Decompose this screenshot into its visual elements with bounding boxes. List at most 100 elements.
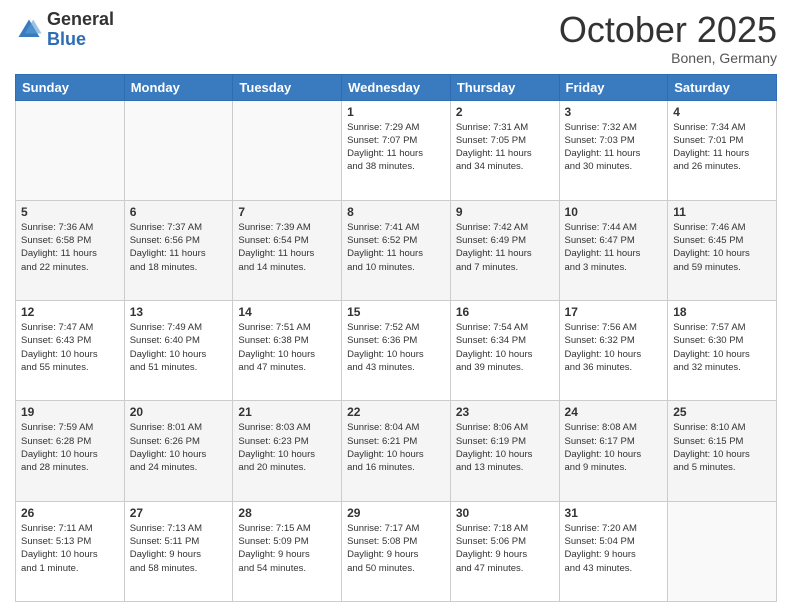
day-number: 12 xyxy=(21,305,119,319)
calendar-cell: 26 Sunrise: 7:11 AM Sunset: 5:13 PM Dayli… xyxy=(16,501,125,601)
calendar-header: SundayMondayTuesdayWednesdayThursdayFrid… xyxy=(16,74,777,100)
day-number: 31 xyxy=(565,506,663,520)
day-info: Sunrise: 7:37 AM Sunset: 6:56 PM Dayligh… xyxy=(130,221,228,274)
day-info: Sunrise: 7:49 AM Sunset: 6:40 PM Dayligh… xyxy=(130,321,228,374)
header: General Blue October 2025 Bonen, Germany xyxy=(15,10,777,66)
calendar-cell: 6 Sunrise: 7:37 AM Sunset: 6:56 PM Daylig… xyxy=(124,200,233,300)
location: Bonen, Germany xyxy=(559,50,777,66)
calendar-cell: 28Sunrise: 7:15 AM Sunset: 5:09 PM Dayli… xyxy=(233,501,342,601)
calendar-cell: 15 Sunrise: 7:52 AM Sunset: 6:36 PM Dayli… xyxy=(342,301,451,401)
day-info: Sunrise: 7:18 AM Sunset: 5:06 PM Dayligh… xyxy=(456,522,554,575)
day-number: 14 xyxy=(238,305,336,319)
day-info: Sunrise: 7:47 AM Sunset: 6:43 PM Dayligh… xyxy=(21,321,119,374)
weekday-header-thursday: Thursday xyxy=(450,74,559,100)
day-number: 2 xyxy=(456,105,554,119)
weekday-header-friday: Friday xyxy=(559,74,668,100)
day-info: Sunrise: 7:42 AM Sunset: 6:49 PM Dayligh… xyxy=(456,221,554,274)
weekday-header-wednesday: Wednesday xyxy=(342,74,451,100)
day-number: 26 xyxy=(21,506,119,520)
calendar-cell: 3Sunrise: 7:32 AM Sunset: 7:03 PM Daylig… xyxy=(559,100,668,200)
logo: General Blue xyxy=(15,10,114,50)
day-number: 29 xyxy=(347,506,445,520)
calendar-table: SundayMondayTuesdayWednesdayThursdayFrid… xyxy=(15,74,777,602)
calendar-cell: 10Sunrise: 7:44 AM Sunset: 6:47 PM Dayli… xyxy=(559,200,668,300)
calendar-week-5: 26 Sunrise: 7:11 AM Sunset: 5:13 PM Dayli… xyxy=(16,501,777,601)
calendar-week-3: 12 Sunrise: 7:47 AM Sunset: 6:43 PM Dayli… xyxy=(16,301,777,401)
day-info: Sunrise: 7:51 AM Sunset: 6:38 PM Dayligh… xyxy=(238,321,336,374)
day-info: Sunrise: 7:41 AM Sunset: 6:52 PM Dayligh… xyxy=(347,221,445,274)
calendar-cell: 11Sunrise: 7:46 AM Sunset: 6:45 PM Dayli… xyxy=(668,200,777,300)
logo-icon xyxy=(15,16,43,44)
page-container: General Blue October 2025 Bonen, Germany… xyxy=(0,0,792,612)
day-number: 23 xyxy=(456,405,554,419)
calendar-week-4: 19 Sunrise: 7:59 AM Sunset: 6:28 PM Dayli… xyxy=(16,401,777,501)
day-number: 30 xyxy=(456,506,554,520)
day-number: 15 xyxy=(347,305,445,319)
day-info: Sunrise: 7:57 AM Sunset: 6:30 PM Dayligh… xyxy=(673,321,771,374)
day-info: Sunrise: 7:29 AM Sunset: 7:07 PM Dayligh… xyxy=(347,121,445,174)
calendar-cell: 1 Sunrise: 7:29 AM Sunset: 7:07 PM Daylig… xyxy=(342,100,451,200)
day-info: Sunrise: 7:32 AM Sunset: 7:03 PM Dayligh… xyxy=(565,121,663,174)
day-number: 13 xyxy=(130,305,228,319)
day-number: 24 xyxy=(565,405,663,419)
logo-blue-text: Blue xyxy=(47,29,86,49)
calendar-cell: 22 Sunrise: 8:04 AM Sunset: 6:21 PM Dayli… xyxy=(342,401,451,501)
day-info: Sunrise: 7:34 AM Sunset: 7:01 PM Dayligh… xyxy=(673,121,771,174)
day-info: Sunrise: 8:01 AM Sunset: 6:26 PM Dayligh… xyxy=(130,421,228,474)
day-info: Sunrise: 8:08 AM Sunset: 6:17 PM Dayligh… xyxy=(565,421,663,474)
day-info: Sunrise: 7:17 AM Sunset: 5:08 PM Dayligh… xyxy=(347,522,445,575)
day-info: Sunrise: 7:59 AM Sunset: 6:28 PM Dayligh… xyxy=(21,421,119,474)
calendar-cell: 4 Sunrise: 7:34 AM Sunset: 7:01 PM Daylig… xyxy=(668,100,777,200)
calendar-cell: 14 Sunrise: 7:51 AM Sunset: 6:38 PM Dayli… xyxy=(233,301,342,401)
day-number: 1 xyxy=(347,105,445,119)
weekday-header-tuesday: Tuesday xyxy=(233,74,342,100)
calendar-cell: 27 Sunrise: 7:13 AM Sunset: 5:11 PM Dayli… xyxy=(124,501,233,601)
calendar-cell: 30 Sunrise: 7:18 AM Sunset: 5:06 PM Dayli… xyxy=(450,501,559,601)
calendar-body: 1 Sunrise: 7:29 AM Sunset: 7:07 PM Daylig… xyxy=(16,100,777,601)
day-info: Sunrise: 7:54 AM Sunset: 6:34 PM Dayligh… xyxy=(456,321,554,374)
day-number: 8 xyxy=(347,205,445,219)
day-info: Sunrise: 8:03 AM Sunset: 6:23 PM Dayligh… xyxy=(238,421,336,474)
calendar-cell: 8 Sunrise: 7:41 AM Sunset: 6:52 PM Daylig… xyxy=(342,200,451,300)
calendar-cell: 24 Sunrise: 8:08 AM Sunset: 6:17 PM Dayli… xyxy=(559,401,668,501)
day-info: Sunrise: 7:52 AM Sunset: 6:36 PM Dayligh… xyxy=(347,321,445,374)
weekday-header-row: SundayMondayTuesdayWednesdayThursdayFrid… xyxy=(16,74,777,100)
day-info: Sunrise: 8:06 AM Sunset: 6:19 PM Dayligh… xyxy=(456,421,554,474)
calendar-cell: 2 Sunrise: 7:31 AM Sunset: 7:05 PM Daylig… xyxy=(450,100,559,200)
calendar-cell: 12 Sunrise: 7:47 AM Sunset: 6:43 PM Dayli… xyxy=(16,301,125,401)
day-number: 27 xyxy=(130,506,228,520)
day-info: Sunrise: 7:56 AM Sunset: 6:32 PM Dayligh… xyxy=(565,321,663,374)
day-info: Sunrise: 7:44 AM Sunset: 6:47 PM Dayligh… xyxy=(565,221,663,274)
weekday-header-monday: Monday xyxy=(124,74,233,100)
calendar-cell: 18 Sunrise: 7:57 AM Sunset: 6:30 PM Dayli… xyxy=(668,301,777,401)
day-info: Sunrise: 7:20 AM Sunset: 5:04 PM Dayligh… xyxy=(565,522,663,575)
day-number: 18 xyxy=(673,305,771,319)
day-info: Sunrise: 7:15 AM Sunset: 5:09 PM Dayligh… xyxy=(238,522,336,575)
day-number: 25 xyxy=(673,405,771,419)
day-info: Sunrise: 7:11 AM Sunset: 5:13 PM Dayligh… xyxy=(21,522,119,575)
day-info: Sunrise: 7:31 AM Sunset: 7:05 PM Dayligh… xyxy=(456,121,554,174)
calendar-cell: 9Sunrise: 7:42 AM Sunset: 6:49 PM Daylig… xyxy=(450,200,559,300)
month-title: October 2025 xyxy=(559,10,777,50)
calendar-cell: 5Sunrise: 7:36 AM Sunset: 6:58 PM Daylig… xyxy=(16,200,125,300)
day-number: 4 xyxy=(673,105,771,119)
calendar-cell xyxy=(16,100,125,200)
day-number: 5 xyxy=(21,205,119,219)
day-number: 19 xyxy=(21,405,119,419)
day-info: Sunrise: 8:04 AM Sunset: 6:21 PM Dayligh… xyxy=(347,421,445,474)
calendar-cell: 31 Sunrise: 7:20 AM Sunset: 5:04 PM Dayli… xyxy=(559,501,668,601)
day-number: 17 xyxy=(565,305,663,319)
calendar-cell: 13 Sunrise: 7:49 AM Sunset: 6:40 PM Dayli… xyxy=(124,301,233,401)
day-info: Sunrise: 7:46 AM Sunset: 6:45 PM Dayligh… xyxy=(673,221,771,274)
day-number: 6 xyxy=(130,205,228,219)
title-block: October 2025 Bonen, Germany xyxy=(559,10,777,66)
calendar-cell xyxy=(668,501,777,601)
day-number: 22 xyxy=(347,405,445,419)
calendar-cell: 19 Sunrise: 7:59 AM Sunset: 6:28 PM Dayli… xyxy=(16,401,125,501)
day-info: Sunrise: 7:13 AM Sunset: 5:11 PM Dayligh… xyxy=(130,522,228,575)
logo-general-text: General xyxy=(47,9,114,29)
calendar-cell: 25Sunrise: 8:10 AM Sunset: 6:15 PM Dayli… xyxy=(668,401,777,501)
calendar-cell xyxy=(233,100,342,200)
day-number: 21 xyxy=(238,405,336,419)
calendar-cell: 23 Sunrise: 8:06 AM Sunset: 6:19 PM Dayli… xyxy=(450,401,559,501)
